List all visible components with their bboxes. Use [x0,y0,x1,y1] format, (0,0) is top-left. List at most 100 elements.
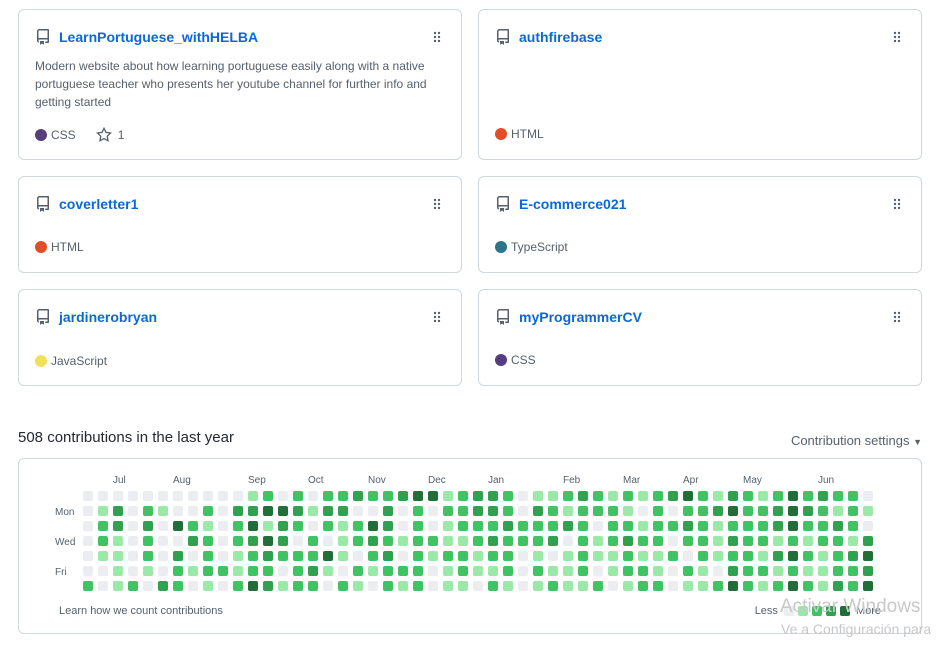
contribution-day-cell[interactable] [578,521,588,531]
contribution-day-cell[interactable] [128,581,138,591]
contribution-day-cell[interactable] [233,551,243,561]
contribution-day-cell[interactable] [218,551,228,561]
contribution-day-cell[interactable] [488,521,498,531]
contribution-day-cell[interactable] [98,581,108,591]
contribution-day-cell[interactable] [398,521,408,531]
contribution-day-cell[interactable] [248,566,258,576]
repo-link[interactable]: E-commerce021 [519,196,626,212]
contribution-day-cell[interactable] [293,521,303,531]
contribution-day-cell[interactable] [818,506,828,516]
contribution-day-cell[interactable] [488,536,498,546]
contribution-day-cell[interactable] [473,581,483,591]
contribution-day-cell[interactable] [263,491,273,501]
contribution-day-cell[interactable] [248,506,258,516]
contribution-day-cell[interactable] [263,581,273,591]
contribution-day-cell[interactable] [563,566,573,576]
contribution-day-cell[interactable] [218,521,228,531]
contribution-day-cell[interactable] [278,506,288,516]
contribution-day-cell[interactable] [758,521,768,531]
contribution-day-cell[interactable] [158,566,168,576]
contribution-day-cell[interactable] [203,506,213,516]
contribution-day-cell[interactable] [368,521,378,531]
contribution-day-cell[interactable] [383,551,393,561]
contribution-day-cell[interactable] [518,506,528,516]
contribution-day-cell[interactable] [128,566,138,576]
contribution-day-cell[interactable] [863,551,873,561]
contribution-day-cell[interactable] [308,536,318,546]
contribution-day-cell[interactable] [233,536,243,546]
contribution-day-cell[interactable] [533,551,543,561]
contribution-day-cell[interactable] [383,566,393,576]
drag-handle-icon[interactable] [893,311,901,323]
contribution-day-cell[interactable] [818,491,828,501]
repo-link[interactable]: jardinerobryan [59,309,157,325]
contribution-day-cell[interactable] [803,521,813,531]
contribution-day-cell[interactable] [473,506,483,516]
contribution-day-cell[interactable] [788,506,798,516]
contribution-day-cell[interactable] [173,491,183,501]
contribution-day-cell[interactable] [698,551,708,561]
contribution-day-cell[interactable] [518,536,528,546]
contribution-day-cell[interactable] [743,581,753,591]
contribution-day-cell[interactable] [128,506,138,516]
contribution-day-cell[interactable] [698,491,708,501]
contribution-day-cell[interactable] [83,551,93,561]
contribution-day-cell[interactable] [818,551,828,561]
contribution-day-cell[interactable] [563,506,573,516]
contribution-day-cell[interactable] [113,506,123,516]
contribution-day-cell[interactable] [158,521,168,531]
contribution-day-cell[interactable] [413,566,423,576]
contribution-day-cell[interactable] [833,491,843,501]
contribution-day-cell[interactable] [803,536,813,546]
contribution-day-cell[interactable] [563,491,573,501]
contribution-day-cell[interactable] [863,566,873,576]
contribution-day-cell[interactable] [263,566,273,576]
contribution-day-cell[interactable] [713,536,723,546]
repo-link[interactable]: authfirebase [519,29,602,45]
contribution-day-cell[interactable] [743,566,753,576]
repo-link[interactable]: coverletter1 [59,196,138,212]
contribution-day-cell[interactable] [833,566,843,576]
contribution-day-cell[interactable] [323,536,333,546]
contribution-day-cell[interactable] [143,506,153,516]
contribution-day-cell[interactable] [443,536,453,546]
contribution-day-cell[interactable] [473,536,483,546]
contribution-day-cell[interactable] [338,506,348,516]
contribution-day-cell[interactable] [458,551,468,561]
contribution-day-cell[interactable] [158,506,168,516]
contribution-day-cell[interactable] [158,581,168,591]
contribution-day-cell[interactable] [398,536,408,546]
contribution-day-cell[interactable] [458,506,468,516]
contribution-day-cell[interactable] [143,521,153,531]
drag-handle-icon[interactable] [433,31,441,43]
contribution-day-cell[interactable] [638,551,648,561]
contribution-day-cell[interactable] [173,551,183,561]
contribution-day-cell[interactable] [263,536,273,546]
contribution-day-cell[interactable] [713,491,723,501]
contribution-day-cell[interactable] [668,551,678,561]
contribution-day-cell[interactable] [833,581,843,591]
contribution-day-cell[interactable] [278,521,288,531]
contribution-day-cell[interactable] [713,581,723,591]
repo-link[interactable]: LearnPortuguese_withHELBA [59,29,258,45]
contribution-day-cell[interactable] [683,566,693,576]
contribution-day-cell[interactable] [533,566,543,576]
contribution-day-cell[interactable] [563,581,573,591]
drag-handle-icon[interactable] [893,198,901,210]
contribution-day-cell[interactable] [518,551,528,561]
contribution-day-cell[interactable] [398,491,408,501]
contribution-day-cell[interactable] [503,581,513,591]
contribution-day-cell[interactable] [233,506,243,516]
contribution-day-cell[interactable] [743,551,753,561]
contribution-day-cell[interactable] [773,566,783,576]
contribution-day-cell[interactable] [98,536,108,546]
contribution-day-cell[interactable] [623,506,633,516]
contribution-day-cell[interactable] [428,551,438,561]
contribution-day-cell[interactable] [353,566,363,576]
contribution-day-cell[interactable] [578,506,588,516]
contribution-day-cell[interactable] [683,551,693,561]
contribution-day-cell[interactable] [353,581,363,591]
contribution-day-cell[interactable] [623,491,633,501]
contribution-day-cell[interactable] [83,506,93,516]
contribution-day-cell[interactable] [608,581,618,591]
